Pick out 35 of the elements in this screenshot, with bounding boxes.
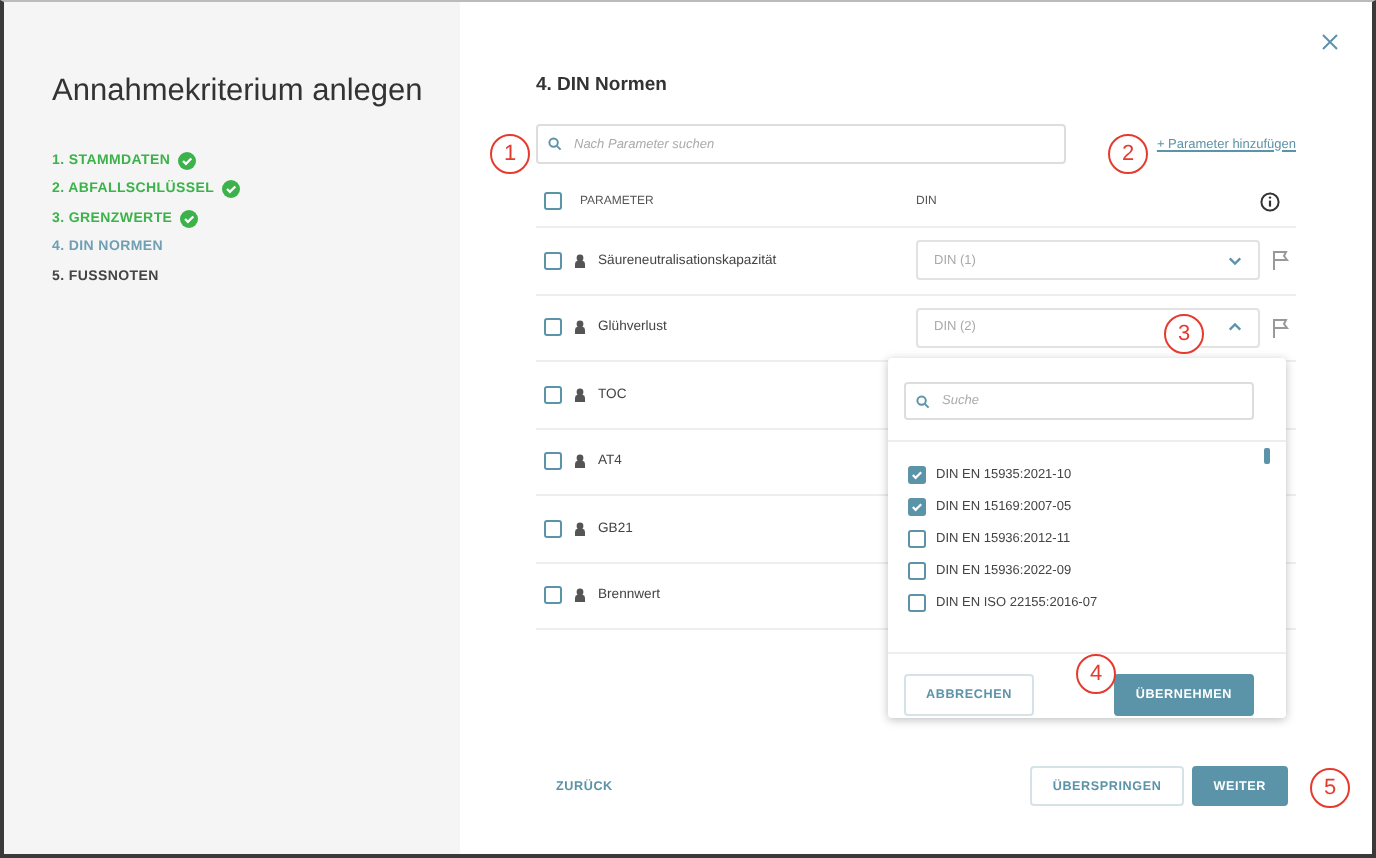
- chevron-icon: [1228, 255, 1242, 266]
- close-icon[interactable]: [1322, 34, 1338, 50]
- dialog-title: Annahmekriterium anlegen: [52, 74, 425, 110]
- check-circle-icon: [178, 151, 197, 170]
- search-icon: [548, 137, 562, 151]
- parameter-icon: [574, 454, 586, 469]
- parameter-icon: [574, 521, 586, 536]
- check-circle-icon: [222, 180, 241, 199]
- parameter-icon: [574, 320, 586, 335]
- flag-icon[interactable]: [1272, 317, 1290, 338]
- section-title: 4. DIN Normen: [536, 74, 669, 96]
- checkbox[interactable]: [544, 452, 562, 471]
- check-circle-icon: [180, 209, 199, 228]
- annotation-marker: 2: [1108, 134, 1148, 174]
- chevron-icon: [1228, 322, 1242, 333]
- checkbox[interactable]: [544, 318, 562, 337]
- checkbox[interactable]: [908, 562, 926, 580]
- parameter-icon: [574, 253, 586, 268]
- checkbox[interactable]: [908, 594, 926, 612]
- checkbox[interactable]: [908, 530, 926, 548]
- checkbox[interactable]: [544, 519, 562, 538]
- info-icon[interactable]: [1260, 191, 1280, 211]
- parameter-icon: [574, 387, 586, 402]
- search-icon: [916, 394, 930, 408]
- checkbox[interactable]: [544, 385, 562, 404]
- checkbox[interactable]: [544, 251, 562, 270]
- checkbox[interactable]: [908, 466, 926, 484]
- checkbox[interactable]: [544, 586, 562, 605]
- annotation-marker: 5: [1310, 768, 1350, 808]
- annotation-marker: 1: [490, 134, 530, 174]
- flag-icon[interactable]: [1272, 250, 1290, 271]
- checkbox[interactable]: [544, 192, 562, 210]
- annotation-marker: 3: [1164, 314, 1204, 354]
- checkbox[interactable]: [908, 498, 926, 516]
- parameter-icon: [574, 588, 586, 603]
